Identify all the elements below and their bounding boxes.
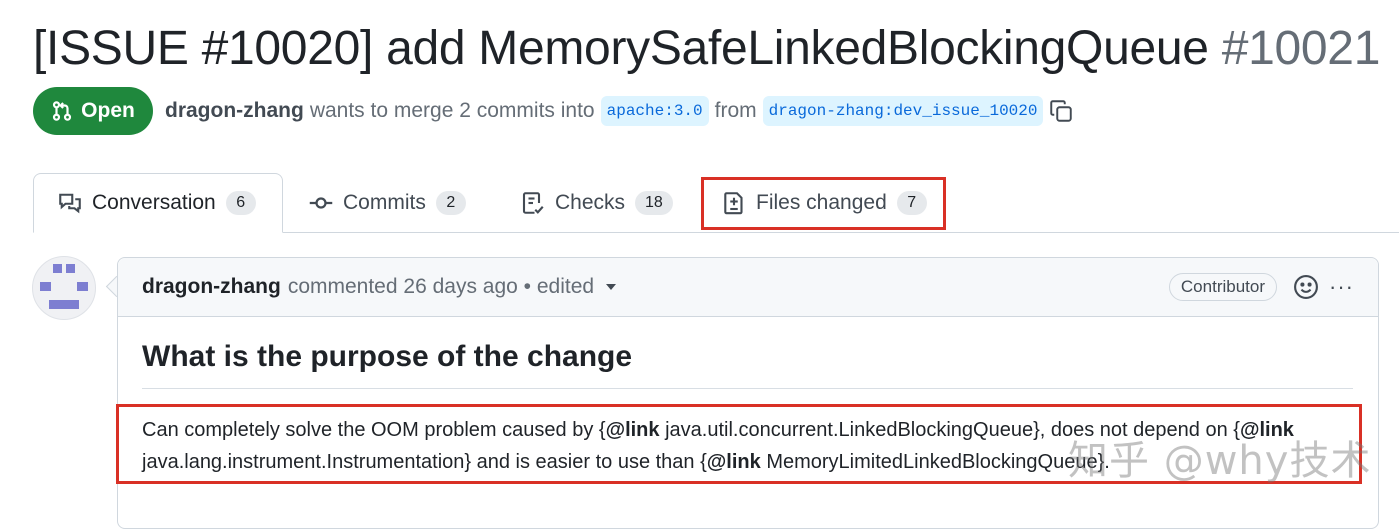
tab-commits-label: Commits bbox=[343, 191, 426, 214]
pr-state-label: Open bbox=[81, 99, 135, 122]
contributor-badge: Contributor bbox=[1168, 273, 1278, 301]
comment-discussion-icon bbox=[59, 193, 81, 214]
pr-title-text: [ISSUE #10020] add MemorySafeLinkedBlock… bbox=[33, 22, 1209, 75]
git-commit-icon bbox=[309, 197, 333, 209]
comment-box: dragon-zhang commented 26 days ago • edi… bbox=[117, 257, 1379, 529]
copy-branch-button[interactable] bbox=[1049, 99, 1073, 123]
tab-conversation-label: Conversation bbox=[92, 191, 216, 214]
tab-checks-label: Checks bbox=[555, 191, 626, 214]
comment-author-link[interactable]: dragon-zhang bbox=[142, 275, 281, 299]
tab-checks-count: 18 bbox=[635, 191, 673, 215]
tab-conversation[interactable]: Conversation 6 bbox=[33, 173, 283, 233]
comment-heading: What is the purpose of the change bbox=[142, 340, 633, 373]
copy-icon bbox=[1050, 100, 1073, 122]
heading-rule bbox=[142, 388, 1353, 389]
base-branch[interactable]: apache:3.0 bbox=[600, 96, 709, 126]
comment-separator: • bbox=[523, 275, 532, 298]
pr-title: [ISSUE #10020] add MemorySafeLinkedBlock… bbox=[33, 20, 1380, 78]
pr-merge-text: wants to merge 2 commits into bbox=[309, 99, 595, 122]
head-branch[interactable]: dragon-zhang:dev_issue_10020 bbox=[762, 96, 1044, 126]
files-changed-highlight-box bbox=[701, 177, 946, 230]
edited-label: edited bbox=[536, 275, 595, 298]
tab-conversation-count: 6 bbox=[225, 191, 256, 215]
caret-down-icon bbox=[606, 284, 617, 291]
tab-checks[interactable]: Checks 18 bbox=[521, 173, 673, 233]
comment-action: commented bbox=[287, 275, 398, 298]
pr-number: #10021 bbox=[1221, 22, 1381, 75]
pr-state-badge: Open bbox=[33, 87, 153, 135]
watermark: 知乎 @why技术 bbox=[1068, 438, 1372, 484]
pr-meta: dragon-zhang wants to merge 2 commits in… bbox=[165, 96, 1073, 126]
comment-header: dragon-zhang commented 26 days ago • edi… bbox=[118, 258, 1378, 317]
comment-time[interactable]: 26 days ago bbox=[403, 275, 517, 299]
pr-author-link[interactable]: dragon-zhang bbox=[165, 99, 304, 123]
checklist-icon bbox=[522, 192, 544, 214]
smiley-icon[interactable] bbox=[1293, 274, 1319, 300]
identicon-avatar bbox=[40, 264, 88, 309]
tab-commits-count: 2 bbox=[435, 191, 466, 215]
git-pull-request-icon bbox=[53, 101, 72, 121]
kebab-horizontal-icon[interactable]: ··· bbox=[1329, 274, 1354, 300]
tab-commits[interactable]: Commits 2 bbox=[309, 173, 466, 233]
pr-from-text: from bbox=[714, 99, 757, 122]
edited-dropdown[interactable]: edited bbox=[536, 275, 617, 299]
avatar[interactable] bbox=[32, 256, 96, 320]
